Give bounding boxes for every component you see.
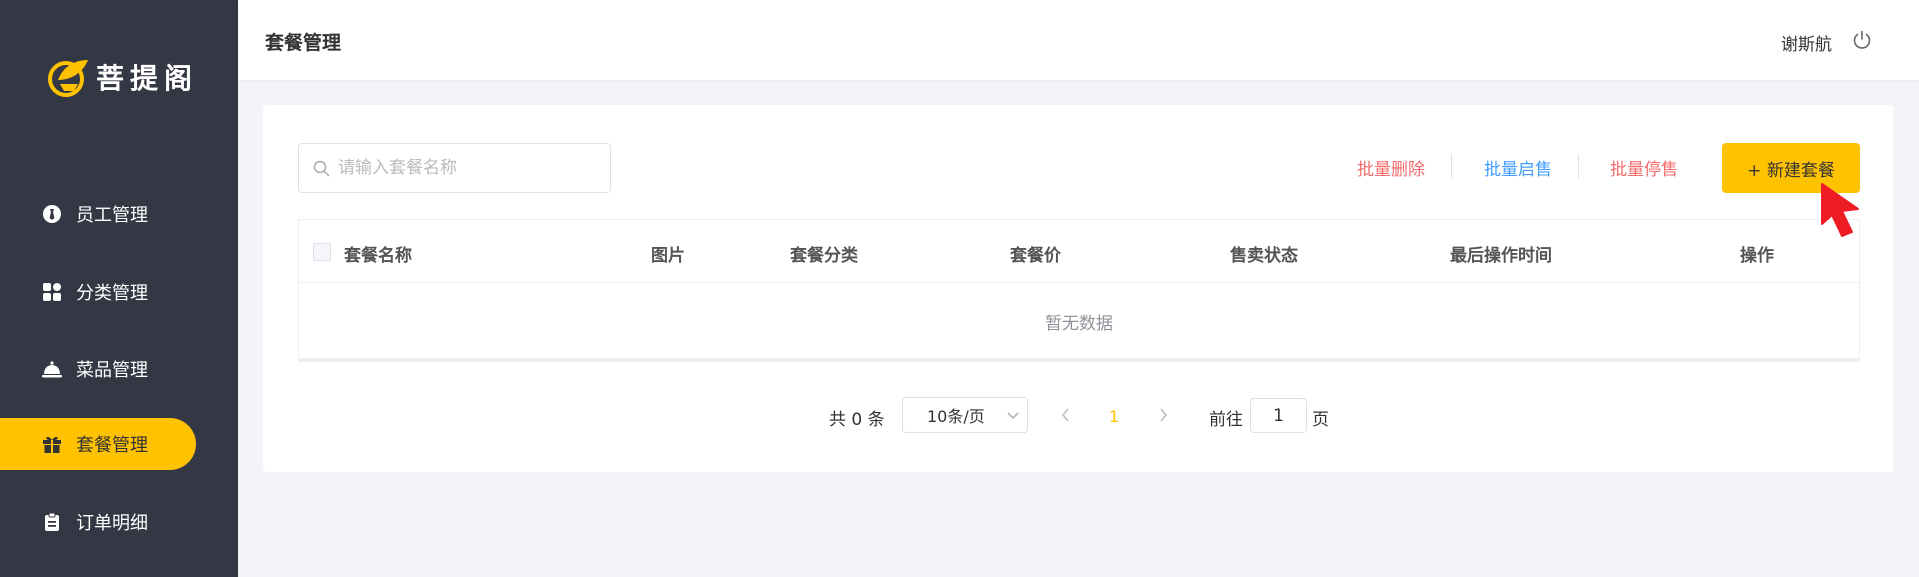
sidebar-item-orders[interactable]: 订单明细 (0, 496, 196, 548)
empty-state: 暂无数据 (1045, 313, 1113, 334)
column-header-image[interactable]: 图片 (651, 241, 685, 266)
chevron-down-icon (1007, 412, 1019, 419)
goto-page-input[interactable] (1250, 398, 1307, 433)
column-header-price[interactable]: 套餐价 (1010, 241, 1061, 266)
search-box[interactable] (298, 143, 611, 193)
category-grid-icon (42, 282, 62, 302)
sidebar: 菩提阁 员工管理 分类管理 菜品管理 套餐管理 订单明细 (0, 0, 238, 577)
table-bottom-border (299, 358, 1859, 361)
page-number-current[interactable]: 1 (1109, 407, 1119, 426)
next-page-icon[interactable] (1156, 406, 1170, 424)
sidebar-item-label: 员工管理 (76, 205, 148, 226)
column-header-name[interactable]: 套餐名称 (344, 241, 412, 266)
total-count: 共 0 条 (829, 410, 885, 430)
combo-table: 套餐名称 图片 套餐分类 套餐价 售卖状态 最后操作时间 操作 暂无数据 (298, 219, 1860, 362)
sidebar-item-label: 分类管理 (76, 283, 148, 304)
logo-text: 菩提阁 (96, 62, 199, 95)
page-title: 套餐管理 (265, 32, 342, 54)
sidebar-item-label: 套餐管理 (76, 435, 148, 456)
mouse-cursor-icon (1821, 183, 1859, 237)
select-all-checkbox[interactable] (313, 243, 331, 261)
batch-enable-button[interactable]: 批量启售 (1484, 155, 1552, 180)
main-card: 批量删除 批量启售 批量停售 + 新建套餐 套餐名称 图片 套餐分类 套餐价 售… (263, 105, 1893, 472)
prev-page-icon[interactable] (1059, 406, 1073, 424)
employee-icon (42, 204, 62, 224)
app-logo: 菩提阁 (44, 55, 198, 99)
search-input[interactable] (338, 158, 598, 178)
sidebar-item-label: 订单明细 (76, 513, 148, 534)
sidebar-item-combo[interactable]: 套餐管理 (0, 418, 196, 470)
gift-icon (42, 434, 62, 454)
column-header-updated-time[interactable]: 最后操作时间 (1450, 241, 1552, 266)
sidebar-item-label: 菜品管理 (76, 360, 148, 381)
sidebar-item-employee[interactable]: 员工管理 (0, 188, 196, 240)
top-header: 套餐管理 谢斯航 (238, 0, 1919, 80)
page-size-value: 10条/页 (927, 407, 985, 426)
user-name[interactable]: 谢斯航 (1781, 30, 1832, 55)
column-header-category[interactable]: 套餐分类 (790, 241, 858, 266)
logo-icon (48, 60, 88, 97)
power-icon[interactable] (1851, 29, 1873, 51)
batch-disable-button[interactable]: 批量停售 (1610, 155, 1678, 180)
sidebar-item-dish[interactable]: 菜品管理 (0, 343, 196, 395)
column-header-status[interactable]: 售卖状态 (1230, 241, 1298, 266)
sidebar-item-category[interactable]: 分类管理 (0, 266, 196, 318)
column-header-actions[interactable]: 操作 (1740, 241, 1774, 266)
table-header: 套餐名称 图片 套餐分类 套餐价 售卖状态 最后操作时间 操作 (299, 220, 1859, 283)
search-icon (313, 160, 330, 176)
page-size-select[interactable]: 10条/页 (902, 397, 1028, 433)
divider (1578, 154, 1579, 178)
divider (1451, 154, 1452, 178)
goto-label: 前往 (1209, 410, 1243, 430)
batch-delete-button[interactable]: 批量删除 (1357, 155, 1425, 180)
clipboard-icon (42, 512, 62, 532)
goto-suffix: 页 (1312, 410, 1329, 430)
dish-cloche-icon (42, 359, 62, 379)
